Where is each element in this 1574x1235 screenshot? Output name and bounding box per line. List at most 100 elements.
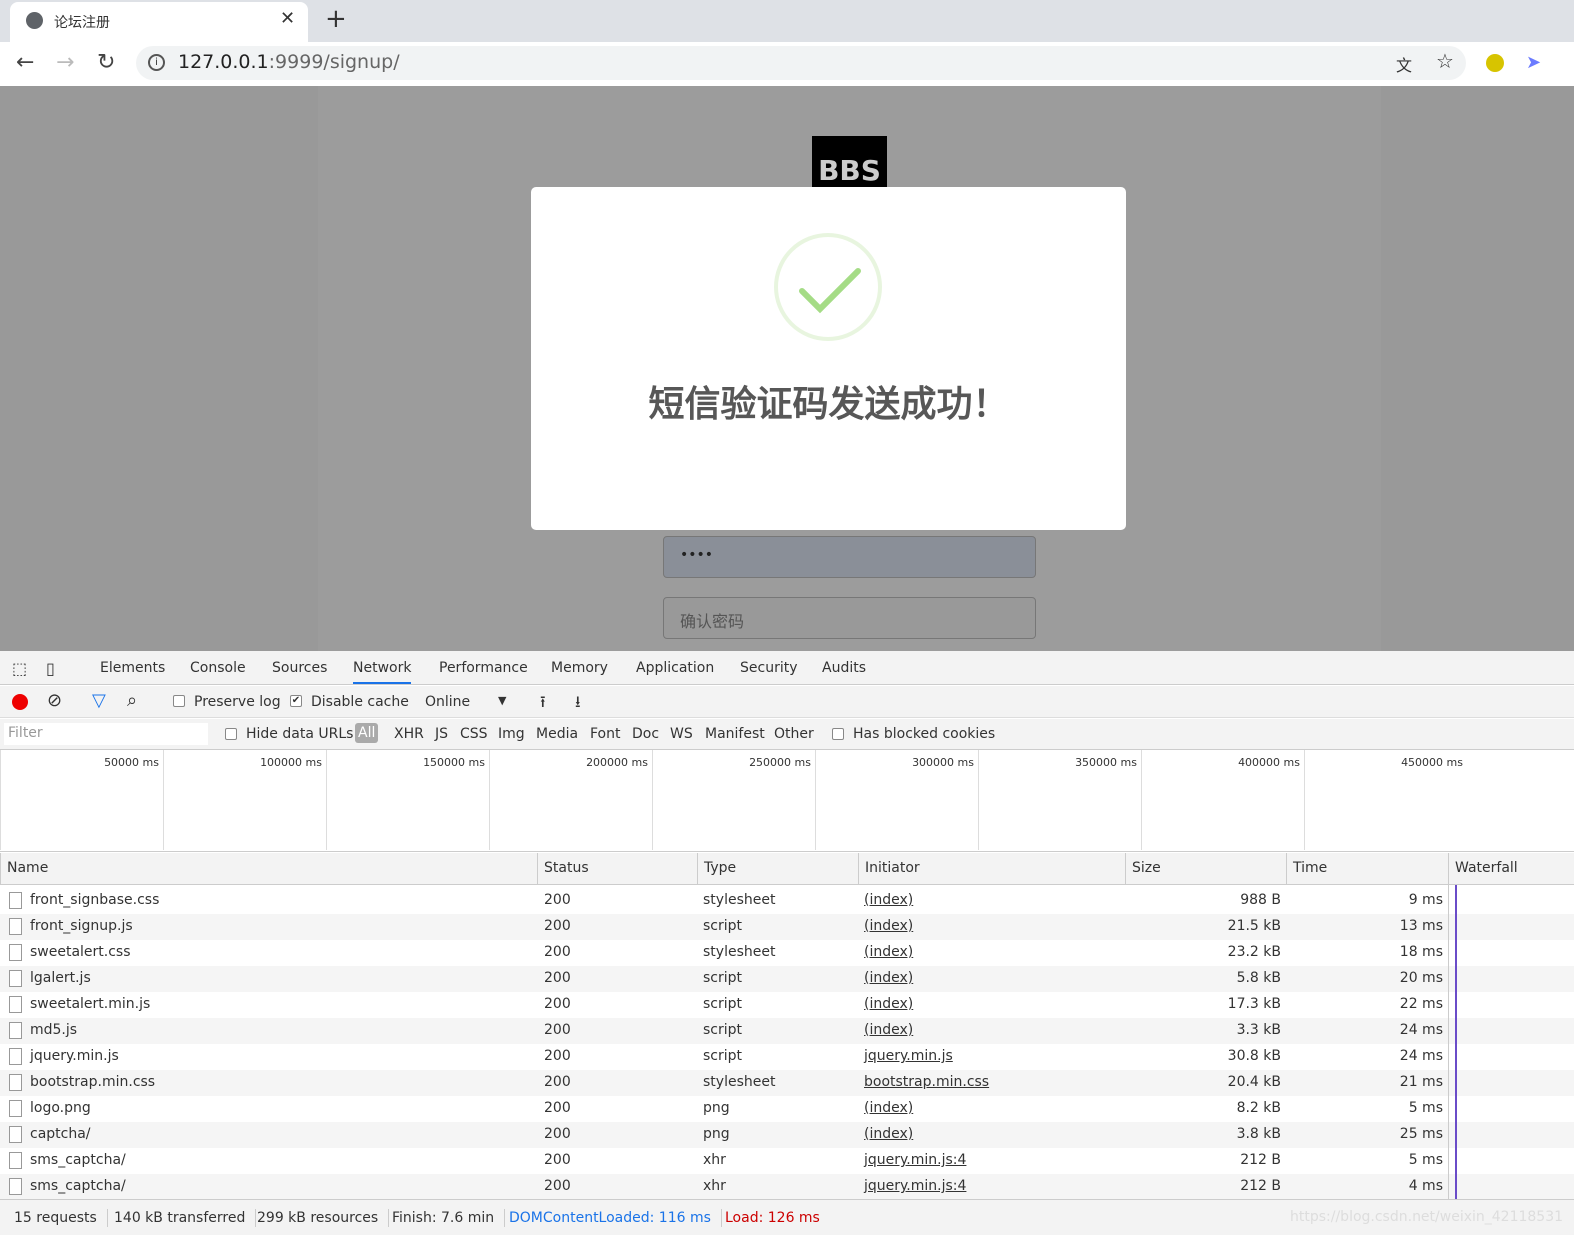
timeline-tick: 200000 ms — [489, 750, 652, 850]
filter-manifest[interactable]: Manifest — [705, 726, 765, 742]
timeline-tick: 350000 ms — [978, 750, 1141, 850]
request-status: 200 — [544, 1126, 571, 1142]
table-row[interactable]: lgalert.js 200 script (index) 5.8 kB 20 ms — [0, 966, 1574, 992]
extension-icon[interactable] — [1486, 54, 1504, 72]
preserve-log-checkbox[interactable] — [173, 695, 185, 707]
device-toolbar-icon[interactable]: ▯ — [46, 659, 55, 678]
column-header-name[interactable]: Name — [0, 853, 537, 884]
tab-console[interactable]: Console — [190, 660, 246, 676]
table-row[interactable]: front_signup.js 200 script (index) 21.5 kB 13… — [0, 914, 1574, 940]
column-header-status[interactable]: Status — [537, 853, 697, 884]
request-initiator[interactable]: jquery.min.js:4 — [864, 1178, 966, 1194]
request-time: 24 ms — [1399, 1048, 1443, 1064]
search-icon[interactable]: ⌕ — [127, 690, 137, 711]
column-header-type[interactable]: Type — [697, 853, 858, 884]
request-type: stylesheet — [703, 1074, 776, 1090]
request-size: 212 B — [1240, 1178, 1281, 1194]
disable-cache-checkbox[interactable]: ✔ — [290, 695, 302, 707]
column-header-size[interactable]: Size — [1125, 853, 1286, 884]
table-row[interactable]: bootstrap.min.css 200 stylesheet bootstrap.… — [0, 1070, 1574, 1096]
table-row[interactable]: logo.png 200 png (index) 8.2 kB 5 ms — [0, 1096, 1574, 1122]
table-row[interactable]: sweetalert.css 200 stylesheet (index) 23.2 k… — [0, 940, 1574, 966]
request-initiator[interactable]: (index) — [864, 1022, 913, 1038]
record-icon[interactable] — [12, 694, 28, 710]
file-icon — [9, 996, 22, 1013]
has-blocked-cookies-checkbox[interactable] — [832, 728, 844, 740]
close-tab-icon[interactable]: ✕ — [280, 8, 295, 29]
request-initiator[interactable]: (index) — [864, 996, 913, 1012]
tab-elements[interactable]: Elements — [100, 660, 165, 676]
filter-icon[interactable]: ▽ — [92, 690, 106, 711]
timeline-tick: 50000 ms — [0, 750, 163, 850]
filter-input[interactable]: Filter — [4, 723, 208, 745]
throttle-select[interactable]: Online — [425, 694, 470, 710]
table-row[interactable]: front_signbase.css 200 stylesheet (index) 98… — [0, 888, 1574, 914]
tab-audits[interactable]: Audits — [822, 660, 866, 676]
filter-xhr[interactable]: XHR — [394, 726, 424, 742]
address-bar[interactable]: i 127.0.0.1:9999/signup/ ⽂ ☆ — [136, 46, 1466, 80]
request-time: 4 ms — [1408, 1178, 1443, 1194]
table-row[interactable]: jquery.min.js 200 script jquery.min.js 30.8 … — [0, 1044, 1574, 1070]
table-row[interactable]: sms_captcha/200 xhr jquery.min.js:4 212 B 5 … — [0, 1148, 1574, 1174]
column-header-time[interactable]: Time — [1286, 853, 1448, 884]
confirm-password-input[interactable]: 确认密码 — [663, 597, 1036, 639]
tab-performance[interactable]: Performance — [439, 660, 528, 676]
export-har-icon[interactable]: ⭳ — [575, 691, 581, 718]
table-row[interactable]: sweetalert.min.js 200 script (index) 17.3 kB… — [0, 992, 1574, 1018]
request-initiator[interactable]: jquery.min.js:4 — [864, 1152, 966, 1168]
filter-all[interactable]: All — [355, 723, 379, 743]
tab-sources[interactable]: Sources — [272, 660, 327, 676]
tab-security[interactable]: Security — [740, 660, 798, 676]
tab-application[interactable]: Application — [636, 660, 714, 676]
file-icon — [9, 970, 22, 987]
password-input[interactable]: •••• — [663, 536, 1036, 578]
new-tab-icon[interactable]: + — [325, 4, 347, 34]
clear-icon[interactable]: ⊘ — [47, 690, 62, 711]
filter-media[interactable]: Media — [536, 726, 578, 742]
bookmark-star-icon[interactable]: ☆ — [1436, 49, 1454, 73]
request-initiator[interactable]: (index) — [864, 1100, 913, 1116]
browser-tab[interactable]: 论坛注册 ✕ — [10, 2, 308, 42]
request-time: 22 ms — [1399, 996, 1443, 1012]
table-row[interactable]: captcha/200 png (index) 3.8 kB 25 ms — [0, 1122, 1574, 1148]
filter-ws[interactable]: WS — [670, 726, 693, 742]
request-type: xhr — [703, 1178, 726, 1194]
request-initiator[interactable]: (index) — [864, 1126, 913, 1142]
forward-icon[interactable]: → — [56, 50, 74, 75]
column-header-initiator[interactable]: Initiator — [858, 853, 1125, 884]
request-status: 200 — [544, 892, 571, 908]
column-header-waterfall[interactable]: Waterfall — [1448, 853, 1574, 884]
tab-network[interactable]: Network — [353, 660, 412, 684]
import-har-icon[interactable]: ⭱ — [540, 691, 546, 718]
inspect-icon[interactable]: ⬚ — [12, 659, 27, 678]
filter-doc[interactable]: Doc — [632, 726, 659, 742]
back-icon[interactable]: ← — [16, 50, 34, 75]
request-size: 8.2 kB — [1236, 1100, 1281, 1116]
file-icon — [9, 1178, 22, 1195]
request-initiator[interactable]: bootstrap.min.css — [864, 1074, 989, 1090]
filter-img[interactable]: Img — [498, 726, 525, 742]
extension-bird-icon[interactable]: ➤ — [1526, 52, 1541, 73]
filter-js[interactable]: JS — [435, 726, 448, 742]
request-initiator[interactable]: (index) — [864, 892, 913, 908]
request-initiator[interactable]: (index) — [864, 970, 913, 986]
request-initiator[interactable]: (index) — [864, 944, 913, 960]
request-time: 9 ms — [1408, 892, 1443, 908]
request-initiator[interactable]: (index) — [864, 918, 913, 934]
timeline-overview[interactable]: 50000 ms 100000 ms 150000 ms 200000 ms 25000… — [0, 750, 1574, 852]
request-status: 200 — [544, 918, 571, 934]
reload-icon[interactable]: ↻ — [97, 50, 115, 75]
filter-other[interactable]: Other — [774, 726, 814, 742]
table-row[interactable]: sms_captcha/200 xhr jquery.min.js:4 212 B 4 … — [0, 1174, 1574, 1199]
request-type: script — [703, 1048, 743, 1064]
hide-data-urls-checkbox[interactable] — [225, 728, 237, 740]
tab-memory[interactable]: Memory — [551, 660, 608, 676]
filter-font[interactable]: Font — [590, 726, 620, 742]
request-name: md5.js — [30, 1022, 78, 1038]
filter-css[interactable]: CSS — [460, 726, 488, 742]
file-icon — [9, 1048, 22, 1065]
request-initiator[interactable]: jquery.min.js — [864, 1048, 953, 1064]
table-row[interactable]: md5.js 200 script (index) 3.3 kB 24 ms — [0, 1018, 1574, 1044]
request-time: 5 ms — [1408, 1100, 1443, 1116]
translate-icon[interactable]: ⽂ — [1396, 52, 1412, 76]
